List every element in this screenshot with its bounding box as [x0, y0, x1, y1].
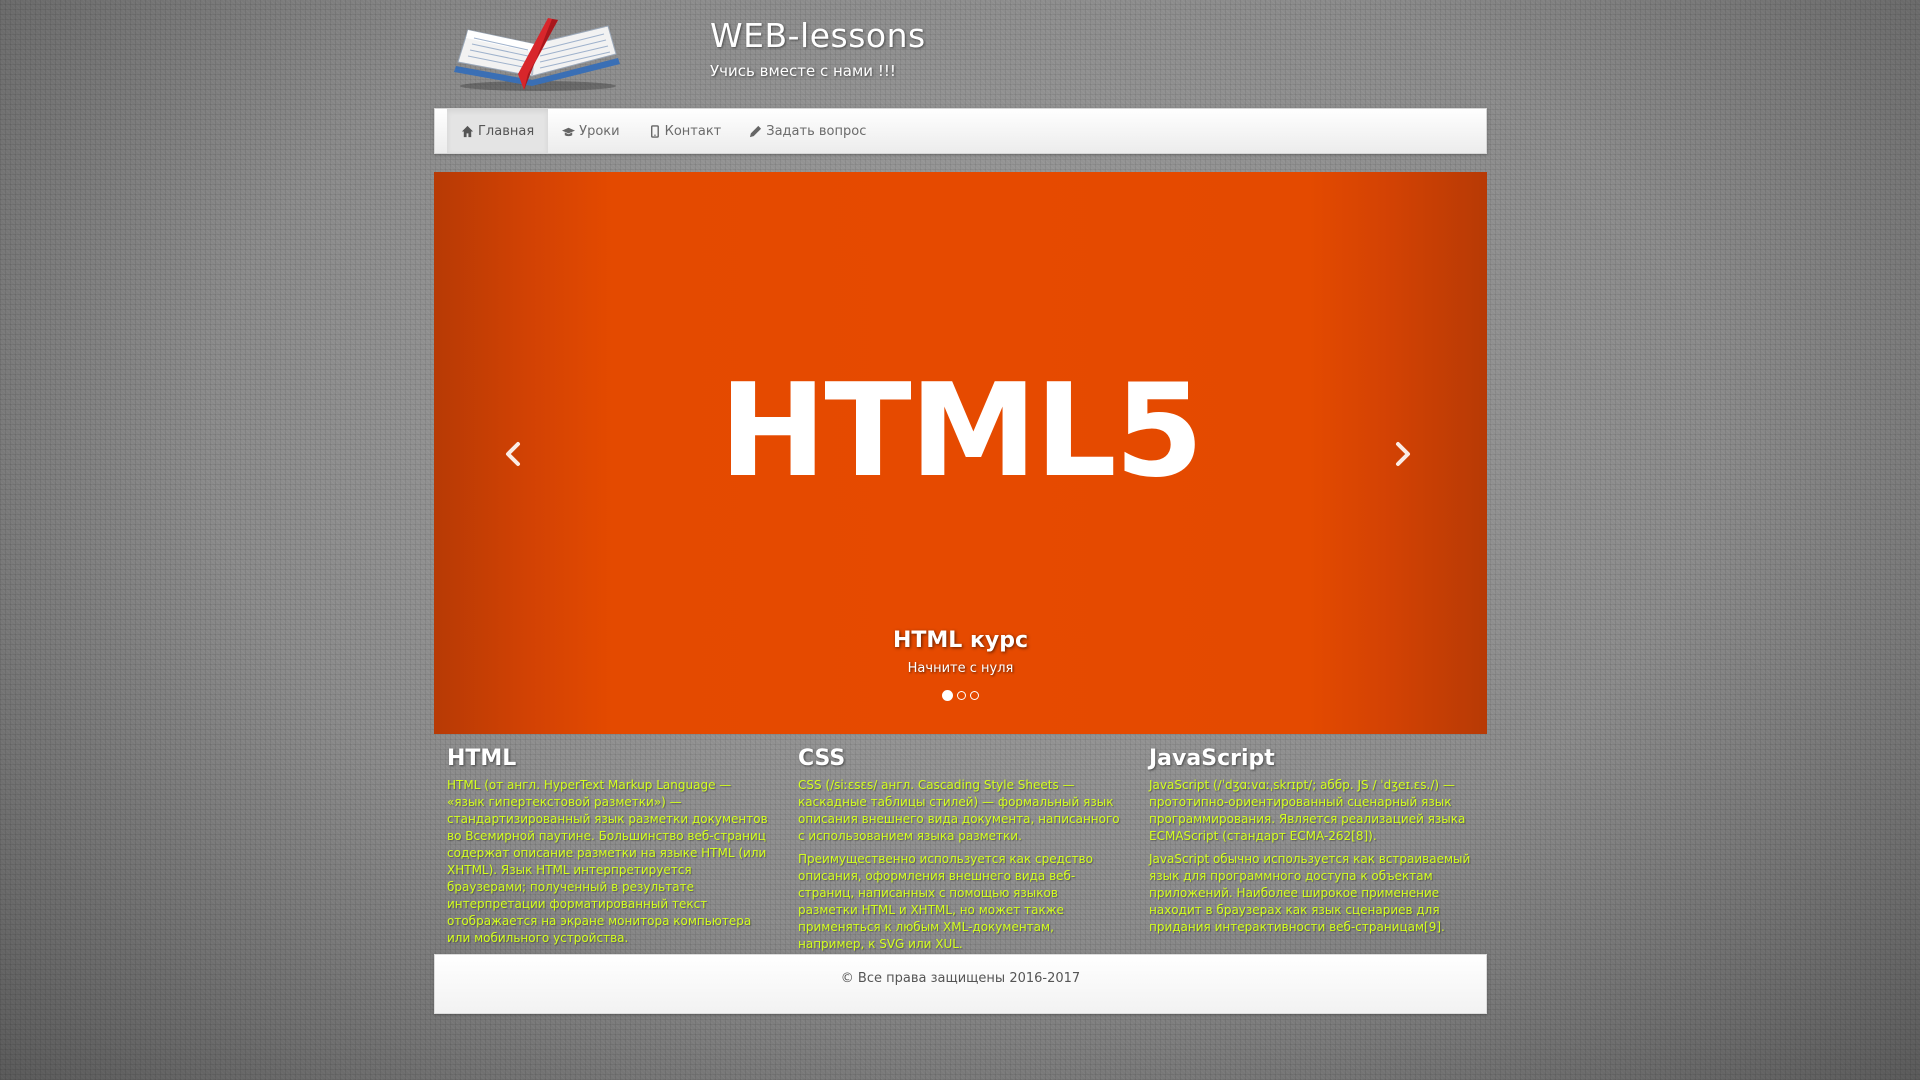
- column-title: HTML: [447, 746, 517, 771]
- carousel-indicator-2[interactable]: [957, 691, 966, 700]
- column-css: CSS CSS (/siːɛsɛs/ англ. Cascading Style…: [798, 746, 1120, 953]
- nav-item-home[interactable]: Главная: [447, 109, 549, 153]
- column-title: CSS: [798, 746, 846, 771]
- column-title: JavaScript: [1149, 746, 1275, 771]
- carousel-indicators: [434, 690, 1487, 701]
- site-title[interactable]: WEB-lessons: [710, 16, 926, 55]
- column-html: HTML HTML (от англ. HyperText Markup Lan…: [447, 746, 769, 947]
- home-icon: [461, 125, 474, 137]
- site-footer: © Все права защищены 2016-2017: [434, 954, 1487, 1014]
- nav-item-ask-question[interactable]: Задать вопрос: [735, 109, 880, 153]
- site-header: WEB-lessons Учись вместе с нами !!!: [434, 0, 1487, 108]
- caption-title: HTML курс: [892, 628, 1029, 653]
- site-tagline: Учись вместе с нами !!!: [710, 62, 896, 80]
- column-paragraph: Преимущественно используется как средств…: [798, 852, 1093, 951]
- column-javascript: JavaScript JavaScript (/ˈdʒɑːvɑːˌskrɪpt/…: [1149, 746, 1471, 936]
- nav-item-contact[interactable]: Контакт: [634, 109, 736, 153]
- nav-item-lessons[interactable]: Уроки: [548, 109, 633, 153]
- nav-item-label: Главная: [478, 123, 535, 139]
- slide-image-html5: HTML5: [719, 357, 1203, 506]
- carousel-indicator-1[interactable]: [942, 690, 953, 701]
- carousel-indicator-3[interactable]: [970, 691, 979, 700]
- carousel-prev-chevron-icon[interactable]: [494, 434, 534, 474]
- carousel-next-chevron-icon[interactable]: [1382, 434, 1422, 474]
- graduation-cap-icon: [562, 127, 576, 136]
- nav-item-label: Задать вопрос: [766, 123, 867, 139]
- book-logo-icon[interactable]: [448, 14, 628, 94]
- column-paragraph: JavaScript обычно используется как встра…: [1149, 852, 1471, 934]
- phone-icon: [650, 124, 659, 138]
- main-navbar: Главная Уроки Контакт Задать вопрос: [434, 108, 1487, 154]
- column-paragraph: CSS (/siːɛsɛs/ англ. Cascading Style She…: [798, 778, 1120, 843]
- column-paragraph: HTML (от англ. HyperText Markup Language…: [447, 778, 768, 945]
- copyright-text: © Все права защищены 2016-2017: [840, 971, 1081, 986]
- page-container: WEB-lessons Учись вместе с нами !!! Глав…: [434, 0, 1487, 1014]
- nav-item-label: Уроки: [579, 123, 620, 139]
- nav-item-label: Контакт: [664, 123, 722, 139]
- caption-text: Начните с нуля: [907, 661, 1014, 676]
- pencil-icon: [750, 125, 762, 137]
- info-columns: HTML HTML (от англ. HyperText Markup Lan…: [434, 746, 1487, 951]
- carousel-caption: HTML курс Начните с нуля: [434, 628, 1487, 676]
- hero-carousel[interactable]: HTML5 HTML курс Начните с нуля: [434, 172, 1487, 734]
- column-paragraph: JavaScript (/ˈdʒɑːvɑːˌskrɪpt/; аббр. JS …: [1149, 778, 1466, 843]
